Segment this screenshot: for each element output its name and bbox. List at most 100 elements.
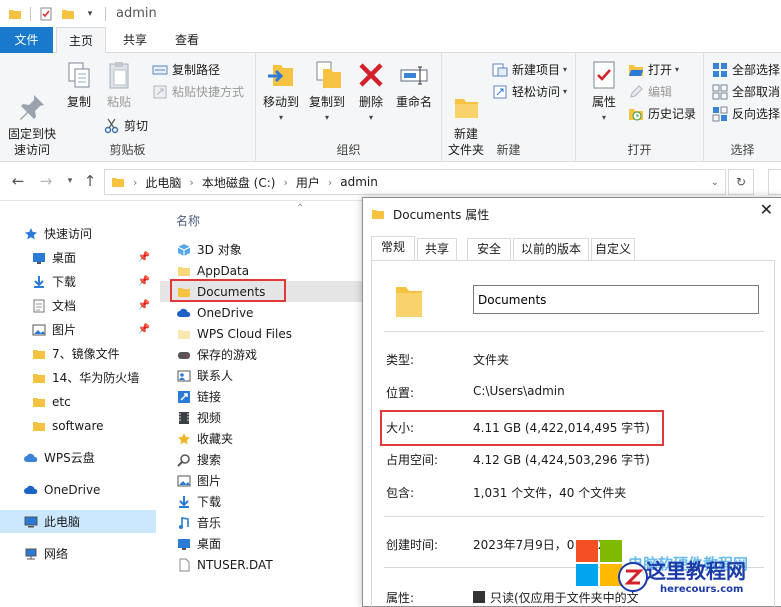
easy-access-button[interactable]: 轻松访问 ▾: [492, 83, 567, 101]
copy-path-button[interactable]: 复制路径: [152, 61, 220, 79]
readonly-checkbox[interactable]: [473, 591, 485, 603]
copy-button[interactable]: 复制: [62, 59, 96, 110]
forward-arrow-icon[interactable]: →: [36, 171, 56, 191]
properties-button[interactable]: 属性 ▾: [584, 59, 624, 126]
file-row-downloads[interactable]: 下载: [160, 491, 362, 512]
up-arrow-icon[interactable]: ↑: [80, 171, 100, 191]
pin-icon[interactable]: 📌: [138, 324, 150, 335]
file-row-favorites[interactable]: 收藏夹: [160, 428, 362, 449]
close-icon[interactable]: ✕: [760, 200, 773, 219]
file-row-links[interactable]: 链接: [160, 386, 362, 407]
search-input[interactable]: [768, 169, 781, 195]
breadcrumb-users[interactable]: 用户: [296, 174, 320, 191]
tab-share[interactable]: 共享: [110, 27, 160, 53]
nav-onedrive[interactable]: OneDrive: [0, 478, 156, 501]
tab-security[interactable]: 安全: [467, 238, 511, 260]
tab-sharing[interactable]: 共享: [417, 238, 457, 260]
tab-general[interactable]: 常规: [371, 236, 415, 261]
file-row-onedrive[interactable]: OneDrive: [160, 302, 362, 323]
breadcrumb-this-pc[interactable]: 此电脑: [145, 174, 181, 191]
tab-previous-versions[interactable]: 以前的版本: [513, 238, 589, 260]
new-folder-icon[interactable]: [61, 7, 75, 21]
file-row-3d-objects[interactable]: 3D 对象: [160, 239, 362, 260]
nav-documents[interactable]: 文档 📌: [0, 294, 156, 317]
nav-folder-firewall[interactable]: 14、华为防火墙: [0, 366, 156, 389]
history-icon: [628, 106, 644, 122]
pin-icon[interactable]: 📌: [138, 300, 150, 311]
back-arrow-icon[interactable]: ←: [8, 171, 28, 191]
address-dropdown-chevron-icon[interactable]: ⌄: [711, 177, 719, 188]
rename-label: 重命名: [395, 95, 432, 109]
tab-view[interactable]: 查看: [162, 27, 212, 53]
file-list: ⌃ 名称 3D 对象 AppData Documents OneDrive WP…: [160, 201, 362, 607]
breadcrumb-local-disk[interactable]: 本地磁盘 (C:): [202, 174, 276, 191]
nav-quick-access[interactable]: 快速访问: [0, 222, 156, 245]
file-row-desktop[interactable]: 桌面: [160, 533, 362, 554]
nav-folder-software[interactable]: software: [0, 414, 156, 437]
file-row-music[interactable]: 音乐: [160, 512, 362, 533]
properties-dialog: Documents 属性 ✕ 常规 共享 安全 以前的版本 自定义 类型: 文件…: [362, 197, 781, 607]
customize-toolbar-icon[interactable]: ▾: [83, 7, 97, 21]
open-button[interactable]: 打开 ▾: [628, 61, 679, 79]
file-row-saved-games[interactable]: 保存的游戏: [160, 344, 362, 365]
easy-access-icon: [492, 84, 508, 100]
file-row-contacts[interactable]: 联系人: [160, 365, 362, 386]
pin-icon[interactable]: 📌: [138, 252, 150, 263]
tab-home[interactable]: 主页: [56, 27, 106, 54]
properties-icon[interactable]: [39, 7, 53, 21]
cut-button[interactable]: 剪切: [104, 117, 148, 135]
refresh-icon[interactable]: ↻: [728, 169, 754, 195]
nav-network[interactable]: 网络: [0, 542, 156, 565]
location-label: 位置:: [386, 386, 415, 400]
invert-selection-button[interactable]: 反向选择: [712, 105, 780, 123]
easy-access-label: 轻松访问: [512, 85, 561, 99]
3d-objects-icon: [177, 243, 191, 257]
breadcrumb-admin[interactable]: admin: [340, 175, 378, 189]
folder-icon: [177, 264, 191, 278]
chevron-down-icon: ▾: [563, 65, 568, 74]
highlight-box: [380, 410, 664, 446]
size-on-disk-label: 占用空间:: [386, 453, 439, 467]
move-to-button[interactable]: 移动到 ▾: [258, 59, 304, 126]
file-row-appdata[interactable]: AppData: [160, 260, 362, 281]
nav-this-pc[interactable]: 此电脑: [0, 510, 156, 533]
folder-icon: [32, 347, 46, 361]
file-name: NTUSER.DAT: [197, 557, 273, 572]
copy-to-button[interactable]: 复制到 ▾: [304, 59, 350, 126]
nav-folder-etc[interactable]: etc: [0, 390, 156, 413]
delete-button[interactable]: 删除 ▾: [354, 59, 388, 126]
select-none-button[interactable]: 全部取消: [712, 83, 780, 101]
nav-desktop[interactable]: 桌面 📌: [0, 246, 156, 269]
file-row-pictures[interactable]: 图片: [160, 470, 362, 491]
nav-folder-mirror[interactable]: 7、镜像文件: [0, 342, 156, 365]
tab-file[interactable]: 文件: [0, 27, 53, 53]
pin-icon[interactable]: 📌: [138, 276, 150, 287]
recent-locations-chevron-icon[interactable]: ▾: [60, 171, 80, 191]
nav-downloads[interactable]: 下载 📌: [0, 270, 156, 293]
open-label: 打开: [648, 63, 673, 77]
column-header-name[interactable]: 名称: [176, 212, 200, 229]
open-folder-icon: [628, 62, 644, 78]
history-button[interactable]: 历史记录: [628, 105, 696, 123]
file-row-searches[interactable]: 搜索: [160, 449, 362, 470]
video-icon: [177, 411, 191, 425]
navigation-pane: 快速访问 桌面 📌 下载 📌 文档 📌 图片 📌 7、镜像文件 14、华为防火墙…: [0, 201, 160, 607]
file-row-videos[interactable]: 视频: [160, 407, 362, 428]
select-all-button[interactable]: 全部选择: [712, 61, 780, 79]
file-name: OneDrive: [197, 305, 254, 320]
delete-label: 删除: [358, 95, 383, 109]
breadcrumb-chevron-icon: ›: [283, 175, 288, 189]
file-row-ntuser-dat[interactable]: NTUSER.DAT: [160, 554, 362, 575]
nav-wps-cloud[interactable]: WPS云盘: [0, 446, 156, 469]
copy-to-label: 复制到: [308, 95, 345, 109]
nav-pictures[interactable]: 图片 📌: [0, 318, 156, 341]
rename-button[interactable]: 重命名: [392, 59, 436, 110]
new-item-button[interactable]: 新建项目 ▾: [492, 61, 567, 79]
folder-name-field[interactable]: [473, 285, 759, 314]
file-row-wps-cloud-files[interactable]: WPS Cloud Files: [160, 323, 362, 344]
new-item-label: 新建项目: [512, 63, 561, 77]
address-bar[interactable]: › 此电脑 › 本地磁盘 (C:) › 用户 › admin ⌄: [104, 169, 726, 195]
divider: [384, 516, 764, 517]
windows-logo-icon: [574, 538, 624, 588]
tab-customize[interactable]: 自定义: [591, 238, 635, 260]
